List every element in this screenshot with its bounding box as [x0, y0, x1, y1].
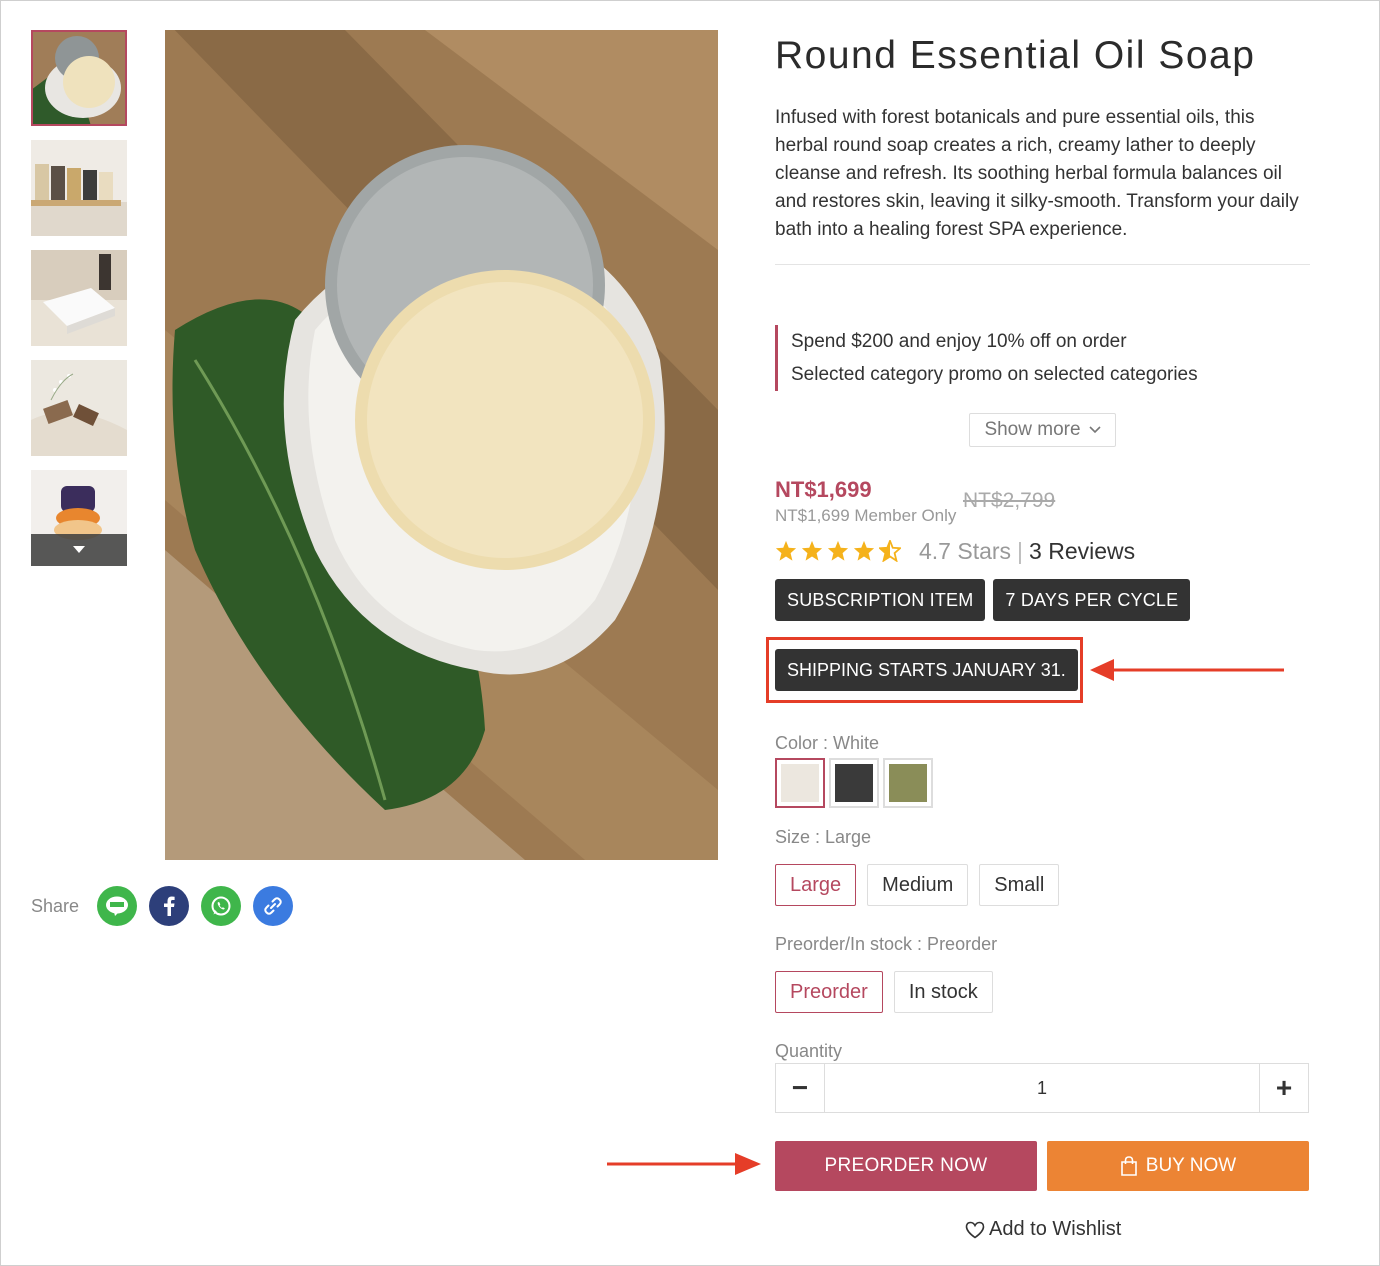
- product-description: Infused with forest botanicals and pure …: [775, 104, 1310, 265]
- rating-row: 4.7 Stars | 3 Reviews: [775, 535, 1310, 567]
- caret-down-icon: [73, 546, 85, 553]
- preorder-now-button[interactable]: PREORDER NOW: [775, 1141, 1037, 1191]
- share-bar: Share: [31, 886, 305, 926]
- stock-option-in-stock[interactable]: In stock: [893, 971, 993, 1013]
- whatsapp-icon: [211, 896, 231, 916]
- star-icon: [775, 540, 797, 561]
- product-tags: SUBSCRIPTION ITEM 7 DAYS PER CYCLE: [775, 579, 1310, 621]
- color-label: Color : White: [775, 733, 880, 753]
- shipping-start-tag: SHIPPING STARTS JANUARY 31.: [775, 649, 1078, 691]
- annotation-arrow-right-icon: [607, 1153, 761, 1175]
- star-rating: [775, 540, 905, 562]
- quantity-label: Quantity: [775, 1041, 843, 1061]
- star-icon: [801, 540, 823, 561]
- stock-selector: Preorder/In stock : Preorder Preorder In…: [775, 934, 1004, 1013]
- reviews-link[interactable]: 3 Reviews: [1029, 538, 1135, 565]
- copy-link-button[interactable]: [253, 886, 294, 926]
- half-star-icon: [879, 540, 901, 562]
- line-share-button[interactable]: [97, 886, 138, 926]
- show-more-label: Show more: [984, 419, 1081, 440]
- product-title: Round Essential Oil Soap: [775, 34, 1256, 77]
- thumbnail-4[interactable]: [31, 360, 127, 456]
- shopping-bag-icon: [1120, 1156, 1137, 1176]
- stock-label: Preorder/In stock : Preorder: [775, 934, 998, 954]
- sale-price: NT$1,699: [775, 477, 872, 502]
- rating-score: 4.7 Stars: [919, 537, 1012, 564]
- star-icon: [827, 540, 849, 561]
- stock-option-preorder[interactable]: Preorder: [775, 971, 883, 1013]
- wishlist-label: Add to Wishlist: [989, 1218, 1122, 1240]
- whatsapp-share-button[interactable]: [201, 886, 242, 926]
- size-label: Size : Large: [775, 827, 872, 847]
- buy-now-label: BUY NOW: [1145, 1155, 1237, 1176]
- facebook-icon: [164, 896, 175, 916]
- color-selector: Color : White: [775, 733, 937, 808]
- price-block: NT$1,699 NT$1,699 Member Only NT$2,799: [775, 477, 1310, 533]
- thumbnail-1[interactable]: [31, 30, 127, 126]
- buy-now-button[interactable]: BUY NOW: [1047, 1141, 1309, 1191]
- thumbnail-scroll-down-button[interactable]: [31, 534, 127, 566]
- member-price-note: NT$1,699 Member Only: [775, 506, 957, 525]
- thumbnail-3[interactable]: [31, 250, 127, 346]
- add-to-wishlist-link[interactable]: Add to Wishlist: [965, 1218, 1121, 1241]
- promotion-item: Spend $200 and enjoy 10% off on order: [791, 331, 1127, 352]
- size-selector: Size : Large Large Medium Small: [775, 827, 1070, 906]
- rating-separator: |: [1017, 537, 1024, 564]
- promotion-list: Spend $200 and enjoy 10% off on order Se…: [775, 325, 1310, 391]
- facebook-share-button[interactable]: [149, 886, 190, 926]
- preorder-now-label: PREORDER NOW: [824, 1155, 988, 1176]
- main-product-image: [165, 30, 718, 860]
- product-info: Round Essential Oil Soap Infused with fo…: [775, 30, 1310, 621]
- chevron-down-icon: [1088, 426, 1101, 434]
- size-option-small[interactable]: Small: [979, 864, 1060, 906]
- size-option-medium[interactable]: Medium: [867, 864, 969, 906]
- color-swatch-black[interactable]: [829, 758, 879, 808]
- share-label: Share: [31, 895, 80, 916]
- thumbnail-gallery: [31, 30, 127, 580]
- link-icon: [264, 897, 282, 915]
- line-icon: [106, 896, 129, 916]
- thumbnail-2[interactable]: [31, 140, 127, 236]
- subscription-tag: SUBSCRIPTION ITEM: [775, 579, 986, 621]
- quantity-stepper: − 1 +: [775, 1063, 1309, 1113]
- show-more-button[interactable]: Show more: [969, 413, 1116, 447]
- thumbnail-5[interactable]: [31, 470, 127, 566]
- annotation-arrow-left-icon: [1090, 659, 1284, 681]
- star-icon: [853, 540, 875, 561]
- color-swatch-green[interactable]: [883, 758, 933, 808]
- original-price: NT$2,799: [963, 489, 1056, 512]
- quantity-input[interactable]: 1: [824, 1064, 1260, 1112]
- cycle-tag: 7 DAYS PER CYCLE: [993, 579, 1191, 621]
- size-option-large[interactable]: Large: [775, 864, 857, 906]
- heart-icon: [965, 1221, 985, 1238]
- color-swatch-white[interactable]: [775, 758, 825, 808]
- quantity-increase-button[interactable]: +: [1260, 1064, 1308, 1112]
- promotion-item: Selected category promo on selected cate…: [791, 364, 1198, 385]
- quantity-decrease-button[interactable]: −: [776, 1064, 824, 1112]
